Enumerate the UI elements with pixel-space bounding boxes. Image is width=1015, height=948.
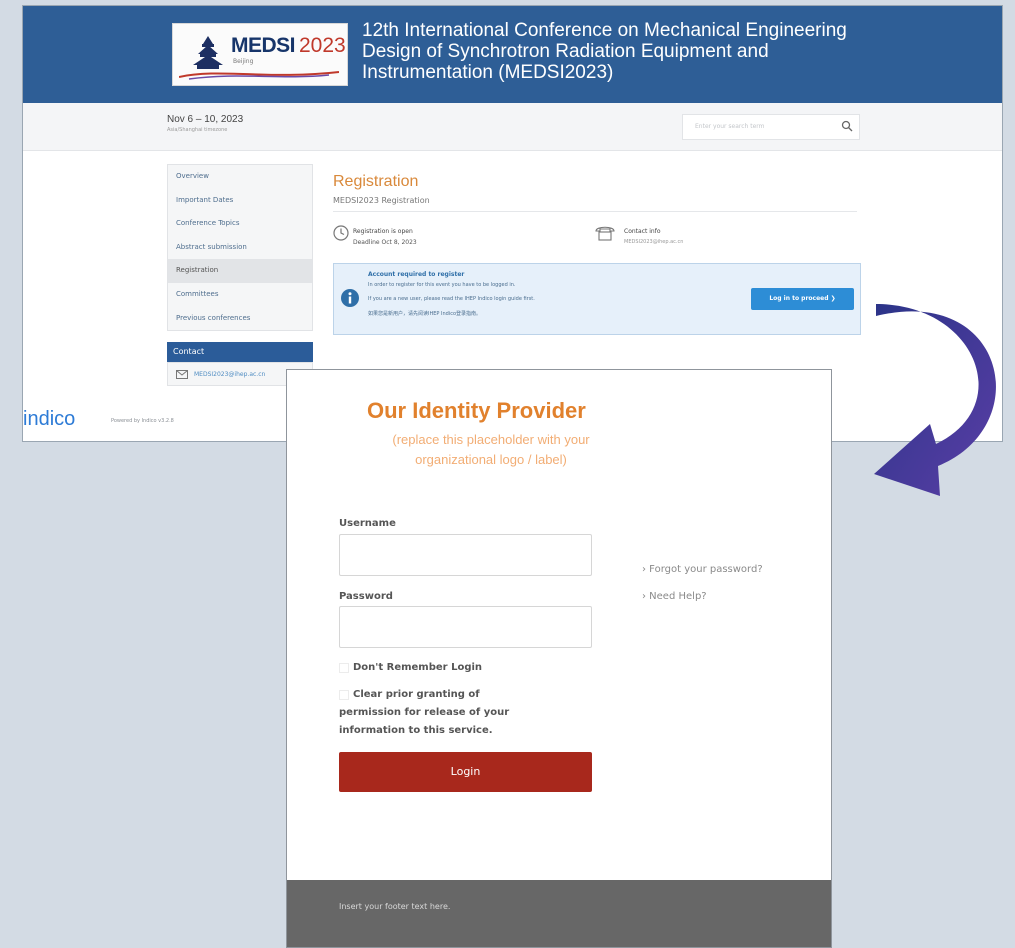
search-input[interactable]: Enter your search term xyxy=(682,114,860,140)
logo-brand: MEDSI xyxy=(231,34,296,57)
registration-subtitle: MEDSI2023 Registration xyxy=(333,196,430,205)
sidebar-menu: Overview Important Dates Conference Topi… xyxy=(167,164,313,332)
sidebar-item-committees[interactable]: Committees xyxy=(168,283,312,307)
contact-info-label: Contact info xyxy=(624,228,661,235)
info-icon xyxy=(341,289,359,307)
contact-heading: Contact xyxy=(167,342,313,362)
sidebar-item-overview[interactable]: Overview xyxy=(168,165,312,189)
clear-consent-label-line-1: Clear prior granting of xyxy=(353,689,480,700)
registration-status: Registration is open xyxy=(353,228,413,235)
password-label: Password xyxy=(339,591,393,602)
identity-provider-login-window: Our Identity Provider (replace this plac… xyxy=(286,369,832,948)
medsi-logo[interactable]: MEDSI 2023 Beijing xyxy=(172,23,348,86)
notice-line-3: 如果您是新用户，请先阅读IHEP Indico登录指南。 xyxy=(368,311,482,317)
sidebar-item-registration[interactable]: Registration xyxy=(168,259,312,283)
login-required-notice: Account required to register In order to… xyxy=(333,263,861,335)
search-icon[interactable] xyxy=(841,120,853,132)
dont-remember-checkbox[interactable] xyxy=(339,663,349,673)
conference-banner: MEDSI 2023 Beijing 12th International Co… xyxy=(23,6,1002,103)
contact-info-email[interactable]: MEDSI2023@ihep.ac.cn xyxy=(624,239,683,245)
powered-by: Powered by Indico v3.2.8 xyxy=(111,418,174,424)
divider xyxy=(333,211,857,212)
password-field[interactable] xyxy=(339,606,592,648)
need-help-link[interactable]: › Need Help? xyxy=(642,591,707,602)
log-in-to-proceed-button[interactable]: Log in to proceed ❯ xyxy=(751,288,854,310)
username-field[interactable] xyxy=(339,534,592,576)
logo-year: 2023 xyxy=(299,34,346,57)
login-button[interactable]: Login xyxy=(339,752,592,792)
idp-footer-text: Insert your footer text here. xyxy=(339,902,451,911)
sidebar-item-abstract-submission[interactable]: Abstract submission xyxy=(168,236,312,260)
clock-icon xyxy=(333,225,349,241)
logo-city: Beijing xyxy=(233,58,254,65)
conference-title: 12th International Conference on Mechani… xyxy=(362,20,847,83)
clear-consent-label-line-2: permission for release of your xyxy=(339,707,510,718)
clear-consent-checkbox[interactable] xyxy=(339,690,349,700)
curved-arrow-icon xyxy=(874,304,996,496)
logo-swoosh xyxy=(179,71,339,80)
notice-line-2: If you are a new user, please read the I… xyxy=(368,296,535,302)
idp-footer: Insert your footer text here. xyxy=(287,880,831,947)
phone-icon xyxy=(595,226,615,241)
idp-subtitle-line-2: organizational logo / label) xyxy=(415,452,567,467)
sidebar-item-conference-topics[interactable]: Conference Topics xyxy=(168,212,312,236)
dont-remember-label: Don't Remember Login xyxy=(353,662,483,673)
indico-logo[interactable]: indico xyxy=(23,408,75,431)
notice-line-1: In order to register for this event you … xyxy=(368,282,516,288)
sidebar-item-important-dates[interactable]: Important Dates xyxy=(168,189,312,213)
notice-heading: Account required to register xyxy=(368,271,465,278)
username-label: Username xyxy=(339,518,396,529)
registration-title: Registration xyxy=(333,173,419,190)
contact-email[interactable]: MEDSI2023@ihep.ac.cn xyxy=(194,371,265,378)
forgot-password-link[interactable]: › Forgot your password? xyxy=(642,564,763,575)
envelope-icon xyxy=(176,370,188,379)
search-placeholder: Enter your search term xyxy=(695,123,765,130)
conference-dates: Nov 6 – 10, 2023 xyxy=(167,114,244,125)
idp-title: Our Identity Provider xyxy=(367,398,586,423)
sidebar-item-previous-conferences[interactable]: Previous conferences xyxy=(168,307,312,331)
clear-consent-label-line-3: information to this service. xyxy=(339,725,493,736)
registration-deadline: Deadline Oct 8, 2023 xyxy=(353,239,417,246)
conference-timezone: Asia/Shanghai timezone xyxy=(167,127,228,133)
idp-subtitle-line-1: (replace this placeholder with your xyxy=(392,432,590,447)
